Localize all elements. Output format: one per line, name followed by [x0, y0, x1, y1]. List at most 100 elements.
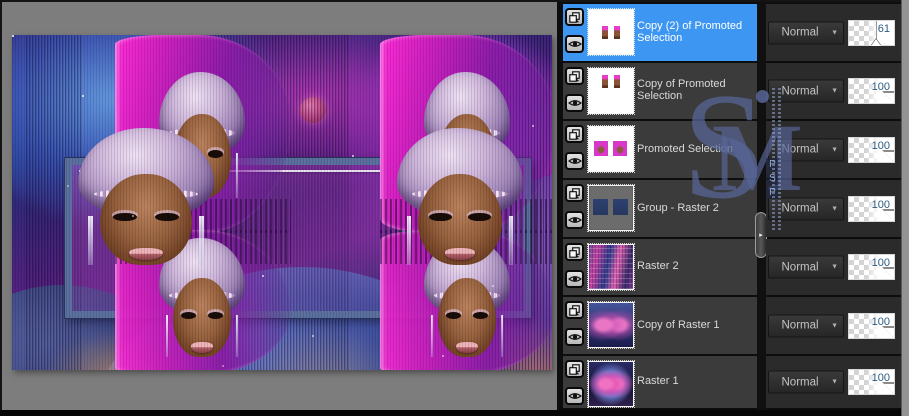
gold-glow: [237, 325, 407, 370]
eye-icon[interactable]: [565, 387, 584, 405]
portrait-face: [419, 238, 515, 370]
slider-corner-icon[interactable]: [884, 328, 894, 338]
portrait-face: [419, 72, 515, 212]
eye-icon[interactable]: [565, 211, 584, 229]
opacity-slider[interactable]: 100: [848, 196, 895, 222]
stripe-texture: [474, 35, 552, 370]
eye-icon[interactable]: [565, 328, 584, 346]
layer-row[interactable]: Raster 2: [563, 239, 757, 295]
picture-frame-left: [65, 158, 485, 318]
pink-moon: [300, 97, 326, 123]
slider-corner-icon[interactable]: [884, 152, 894, 162]
layer-name: Raster 2: [637, 239, 755, 295]
window-border-left: [0, 0, 2, 416]
blend-mode-dropdown[interactable]: Normal▼: [768, 256, 844, 279]
eye-icon[interactable]: [565, 270, 584, 288]
chevron-down-icon: ▼: [831, 322, 843, 329]
blend-mode-dropdown[interactable]: Normal▼: [768, 80, 844, 103]
layer-controls-row: Normal▼ 100: [766, 297, 901, 354]
layer-row[interactable]: Copy of Raster 1: [563, 297, 757, 354]
large-blue-planet: [67, 267, 537, 370]
splitter-arrow-icon: ▸: [759, 232, 763, 239]
layer-row[interactable]: Promoted Selection: [563, 121, 757, 178]
eye-icon[interactable]: [565, 35, 584, 53]
layer-pages-icon[interactable]: [565, 8, 584, 26]
layer-controls-row: Normal▼ 100: [766, 356, 901, 408]
slider-corner-icon[interactable]: [884, 93, 894, 103]
planet-ring-arc: [304, 35, 552, 294]
layer-pages-icon[interactable]: [565, 243, 584, 261]
layer-controls-row: Normal▼ 100: [766, 121, 901, 178]
layer-row[interactable]: Group - Raster 2: [563, 180, 757, 237]
layer-name: Group - Raster 2: [637, 180, 755, 237]
portrait-face-large: [70, 128, 222, 280]
frame-accent-line: [79, 170, 471, 172]
chevron-down-icon: ▼: [831, 88, 843, 95]
artwork-canvas[interactable]: [12, 35, 552, 370]
layer-pages-icon[interactable]: [565, 67, 584, 85]
purple-planet: [427, 170, 552, 370]
opacity-slider[interactable]: 100: [848, 369, 895, 395]
planet-ring-arc: [12, 35, 402, 283]
blend-mode-dropdown[interactable]: Normal▼: [768, 138, 844, 161]
window-border-right: [901, 0, 909, 416]
eye-icon[interactable]: [565, 94, 584, 112]
layer-controls-row: Normal▼ 100: [766, 180, 901, 237]
layer-name: Copy of Raster 1: [637, 297, 755, 354]
opacity-slider[interactable]: 100: [848, 78, 895, 104]
blend-mode-value: Normal: [769, 27, 831, 39]
layer-thumbnail[interactable]: [588, 126, 634, 172]
window-border-bottom: [0, 410, 909, 416]
blend-mode-value: Normal: [769, 261, 831, 273]
opacity-slider[interactable]: 61: [848, 20, 895, 46]
blend-mode-value: Normal: [769, 144, 831, 156]
stripe-texture: [26, 35, 82, 370]
opacity-slider[interactable]: 100: [848, 137, 895, 163]
layer-name: Promoted Selection: [637, 121, 755, 178]
slider-caret-icon[interactable]: [871, 39, 881, 46]
purple-swirl: [342, 35, 552, 305]
layer-pages-icon[interactable]: [565, 184, 584, 202]
blend-mode-value: Normal: [769, 320, 831, 332]
layer-thumbnail[interactable]: [588, 68, 634, 114]
slider-corner-icon[interactable]: [884, 211, 894, 221]
layer-controls-row: Normal▼ 61: [766, 4, 901, 61]
layer-row[interactable]: Copy of Promoted Selection: [563, 63, 757, 119]
blend-mode-value: Normal: [769, 203, 831, 215]
portrait-face: [154, 238, 250, 370]
layer-pages-icon[interactable]: [565, 360, 584, 378]
blend-mode-dropdown[interactable]: Normal▼: [768, 314, 844, 337]
slider-corner-icon[interactable]: [884, 269, 894, 279]
blend-mode-dropdown[interactable]: Normal▼: [768, 21, 844, 44]
star-dots: [12, 35, 14, 37]
eye-icon[interactable]: [565, 152, 584, 170]
layer-thumbnail[interactable]: [588, 244, 634, 290]
layer-pages-icon[interactable]: [565, 125, 584, 143]
layer-controls-row: Normal▼ 100: [766, 63, 901, 119]
opacity-slider[interactable]: 100: [848, 254, 895, 280]
layer-thumbnail[interactable]: [588, 302, 634, 348]
magenta-band: [115, 35, 291, 233]
panel-splitter[interactable]: ▸: [757, 0, 766, 416]
layer-pages-icon[interactable]: [565, 301, 584, 319]
portrait-face-large: [390, 128, 530, 280]
slider-corner-icon[interactable]: [884, 384, 894, 394]
layer-thumbnail[interactable]: [588, 185, 634, 231]
layer-row[interactable]: Copy (2) of Promoted Selection: [563, 4, 757, 61]
layer-thumbnail[interactable]: [588, 361, 634, 407]
blend-mode-dropdown[interactable]: Normal▼: [768, 197, 844, 220]
layer-row[interactable]: Raster 1: [563, 356, 757, 408]
dark-planet: [12, 285, 207, 370]
app-window: Copy (2) of Promoted Selection Copy of P…: [0, 0, 909, 416]
layer-thumbnail[interactable]: [588, 9, 634, 55]
magenta-band: [380, 35, 552, 233]
blend-mode-dropdown[interactable]: Normal▼: [768, 371, 844, 394]
chevron-down-icon: ▼: [831, 264, 843, 271]
artwork-background: [12, 35, 552, 370]
chevron-down-icon: ▼: [831, 146, 843, 153]
layers-palette: Copy (2) of Promoted Selection Copy of P…: [557, 0, 901, 416]
chevron-down-icon: ▼: [831, 29, 843, 36]
opacity-slider[interactable]: 100: [848, 313, 895, 339]
magenta-band: [115, 230, 291, 370]
portrait-face: [154, 72, 250, 212]
